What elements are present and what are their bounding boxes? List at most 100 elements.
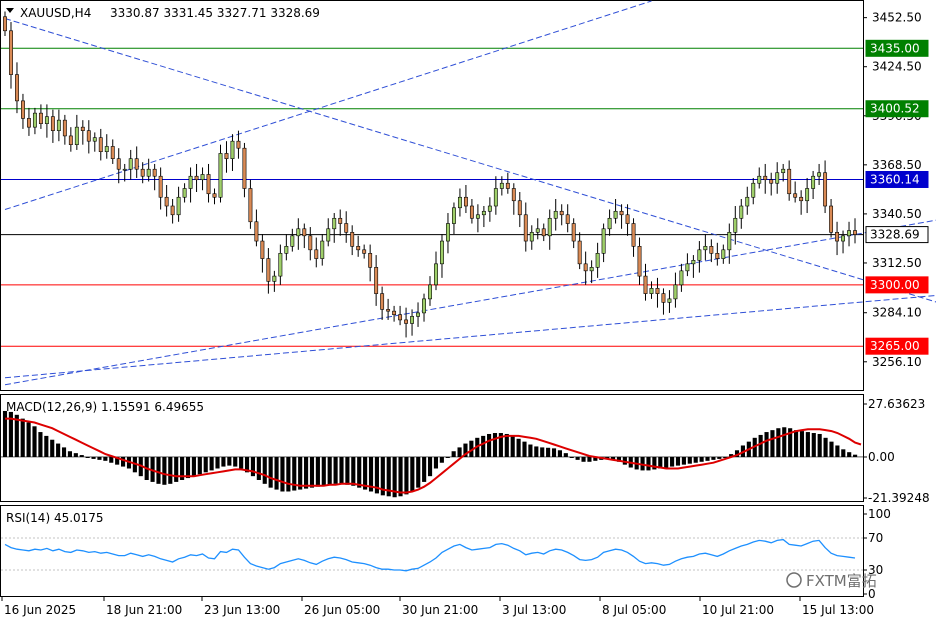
macd-bar (191, 456, 196, 477)
candle-body (194, 175, 199, 181)
candle-body (499, 182, 504, 189)
candle-body (332, 217, 337, 230)
time-axis: 16 Jun 2025 18 Jun 21:00 23 Jun 13:00 26 Ju… (1, 597, 874, 617)
trend-lines (4, 0, 936, 386)
macd-bar (239, 456, 244, 469)
macd-bar (587, 456, 592, 462)
trend-line (4, 0, 652, 210)
price-axis: 3452.503424.503396.503368.503340.503312.… (863, 11, 922, 369)
chart-header: XAUUSD,H4 3330.87 3331.45 3327.71 3328.6… (6, 6, 320, 20)
chart-canvas[interactable]: 3452.503424.503396.503368.503340.503312.… (0, 0, 936, 624)
candle-body (571, 223, 576, 242)
candle-body (493, 188, 498, 207)
macd-tick-label: 27.63623 (868, 397, 925, 411)
price-tick-label: 3340.50 (872, 207, 922, 221)
candle-body (691, 260, 696, 265)
time-tick-label: 23 Jun 13:00 (204, 603, 280, 617)
macd-bar (699, 456, 704, 462)
horizontal-levels (1, 47, 863, 347)
macd-bar (540, 447, 545, 457)
candle-body (469, 205, 474, 219)
candle-body (152, 168, 157, 177)
macd-bar (782, 427, 787, 457)
candle-body (350, 231, 355, 247)
macd-bar (581, 456, 586, 462)
candle-body (44, 116, 49, 124)
candle-body (793, 193, 798, 198)
candle-body (278, 253, 283, 277)
candle-body (757, 175, 762, 184)
candle-body (733, 217, 738, 233)
rsi-indicator (1, 537, 863, 572)
candle-body (601, 228, 606, 254)
candle-body (829, 205, 834, 233)
macd-bar (14, 414, 19, 457)
macd-bar (457, 447, 462, 457)
rsi-title: RSI(14) 45.0175 (6, 511, 104, 525)
rsi-line (4, 538, 856, 572)
candle-body (811, 175, 816, 189)
candle-body (487, 205, 492, 212)
macd-bar (433, 456, 439, 469)
candle-body (457, 196, 462, 209)
candle-body (224, 153, 229, 160)
macd-bar (522, 441, 527, 457)
candle-body (589, 267, 594, 272)
macd-bar (811, 433, 816, 457)
macd-bar (85, 456, 90, 458)
macd-bar (304, 456, 309, 489)
macd-bar (274, 456, 279, 490)
candle-body (529, 231, 534, 242)
candle-body (86, 130, 91, 142)
candle-body (739, 205, 744, 219)
dropdown-triangle-icon[interactable] (6, 8, 14, 13)
candle-body (164, 196, 169, 207)
trading-chart[interactable]: 3452.503424.503396.503368.503340.503312.… (0, 0, 936, 624)
candle-body (787, 168, 792, 195)
candle-body (446, 223, 450, 242)
candle-body (775, 172, 780, 184)
macd-bar (510, 435, 515, 457)
candle-body (128, 158, 133, 170)
macd-bar (758, 434, 763, 457)
candle-body (230, 140, 235, 160)
candle-body (158, 175, 163, 198)
candle-body (661, 293, 666, 303)
rsi-panel-frame (0, 505, 864, 597)
macd-bar (109, 456, 114, 463)
macd-bar (233, 456, 238, 467)
macd-bar (687, 456, 692, 464)
macd-bar (321, 456, 326, 486)
macd-bar (268, 456, 273, 488)
macd-bar (97, 456, 102, 460)
candle-body (679, 270, 684, 286)
candle-body (643, 275, 648, 294)
candle-body (212, 193, 217, 198)
macd-bar (174, 456, 179, 482)
candle-body (248, 188, 253, 223)
macd-bar (528, 444, 533, 457)
macd-bar (481, 435, 486, 457)
level-tag-label: 3360.14 (870, 172, 920, 186)
candle-body (32, 112, 37, 128)
macd-bar (103, 456, 108, 461)
candle-body (607, 217, 612, 230)
macd-bar (793, 430, 799, 457)
candle-body (218, 153, 223, 198)
macd-bar (156, 456, 161, 484)
candle-body (260, 240, 265, 259)
macd-bar (569, 456, 574, 458)
candle-body (637, 246, 642, 277)
macd-bar (32, 426, 37, 457)
macd-bar (221, 456, 226, 467)
price-tick-label: 3424.50 (872, 60, 922, 74)
candle-body (547, 217, 552, 237)
price-tick-label: 3452.50 (872, 11, 922, 25)
candle-body (697, 249, 702, 261)
macd-bar (73, 453, 78, 457)
candle-body (122, 168, 127, 171)
candle-body (835, 231, 840, 242)
candle-body (392, 310, 397, 315)
candle-body (326, 228, 331, 242)
candle-body (3, 16, 7, 32)
